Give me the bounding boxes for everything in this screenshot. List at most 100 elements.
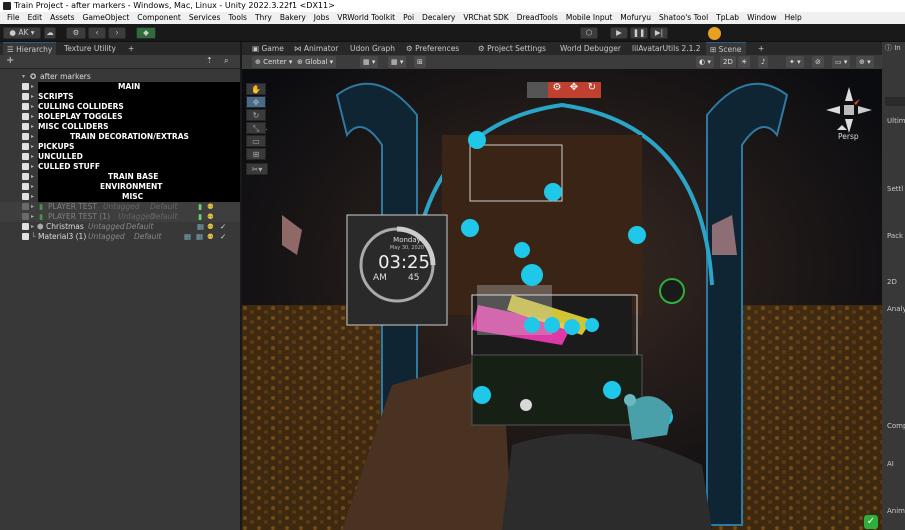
tab-project-settings[interactable]: ⚙ Project Settings bbox=[474, 42, 550, 55]
expand-arrow-icon[interactable]: ▸ bbox=[31, 102, 34, 112]
camera-gizmo-icon[interactable] bbox=[527, 82, 549, 98]
collab-icon[interactable]: ◆ bbox=[136, 27, 156, 39]
hidden-objects-icon[interactable]: ⊘ bbox=[812, 56, 824, 68]
active-checkbox[interactable] bbox=[22, 233, 29, 240]
expand-arrow-icon[interactable]: ▸ bbox=[31, 172, 34, 182]
active-checkbox[interactable] bbox=[22, 143, 29, 150]
tab-texture-utility[interactable]: Texture Utility bbox=[60, 42, 120, 55]
tab-world-debugger[interactable]: World Debugger bbox=[556, 42, 625, 55]
step-icon[interactable]: ⬡ bbox=[580, 27, 598, 39]
active-checkbox[interactable] bbox=[22, 83, 29, 90]
menu-mofuryu[interactable]: Mofuryu bbox=[616, 12, 655, 24]
toggle-icon[interactable]: ▮ bbox=[198, 202, 202, 212]
scene-viewport[interactable]: Monday May 30, 2020 03:25 AM 45 ⚙ ✥ ↻ Pe… bbox=[242, 55, 882, 530]
expand-arrow-icon[interactable]: ▸ bbox=[31, 82, 34, 92]
account-dropdown[interactable]: ● AK ▾ bbox=[3, 27, 41, 39]
expand-arrow-icon[interactable]: ▸ bbox=[31, 92, 34, 102]
inspector-search-input[interactable] bbox=[885, 97, 905, 106]
hierarchy-object-row[interactable]: ▸ ⬢ Christmas Untagged Default ▦ ⚉ ✓ bbox=[0, 222, 240, 232]
menu-dreadtools[interactable]: DreadTools bbox=[513, 12, 562, 24]
active-checkbox[interactable] bbox=[22, 113, 29, 120]
expand-arrow-icon[interactable]: ▸ bbox=[31, 222, 34, 232]
avatar-icon[interactable]: ⚉ bbox=[207, 222, 214, 232]
menu-file[interactable]: File bbox=[3, 12, 24, 24]
menu-window[interactable]: Window bbox=[743, 12, 781, 24]
menu-edit[interactable]: Edit bbox=[24, 12, 47, 24]
step-button[interactable]: ▶| bbox=[650, 27, 668, 39]
active-checkbox[interactable] bbox=[22, 213, 29, 220]
add-scene-tab-button[interactable]: + bbox=[754, 42, 768, 55]
hierarchy-header-row[interactable]: ▸ TRAIN BASE bbox=[0, 172, 240, 182]
hierarchy-object-row[interactable]: ▸ ▮ PLAYER TEST (1) Untagged Default ▮ ⚉ bbox=[0, 212, 240, 222]
increment-snap-icon[interactable]: ⊞ bbox=[414, 56, 426, 68]
expand-arrow-icon[interactable]: ▸ bbox=[31, 162, 34, 172]
space-dropdown[interactable]: ⊕ Global ▾ bbox=[294, 56, 337, 68]
toggle-icon[interactable]: ▮ bbox=[198, 212, 202, 222]
menu-component[interactable]: Component bbox=[133, 12, 185, 24]
hierarchy-item-row[interactable]: ▸ ROLEPLAY TOGGLES bbox=[0, 112, 240, 122]
back-button[interactable]: ‹ bbox=[88, 27, 106, 39]
active-checkbox[interactable] bbox=[22, 133, 29, 140]
move-tool-icon[interactable]: ✥ bbox=[246, 96, 266, 108]
expand-arrow-icon[interactable]: ▸ bbox=[31, 112, 34, 122]
menu-mobile-input[interactable]: Mobile Input bbox=[562, 12, 616, 24]
pause-button[interactable]: ❚❚ bbox=[630, 27, 648, 39]
expand-arrow-icon[interactable]: ▸ bbox=[31, 152, 34, 162]
active-checkbox[interactable] bbox=[22, 123, 29, 130]
expand-arrow-icon[interactable]: ▸ bbox=[31, 212, 34, 222]
active-checkbox[interactable] bbox=[22, 103, 29, 110]
tab-udon-graph[interactable]: Udon Graph bbox=[346, 42, 399, 55]
snap-grid-icon[interactable]: ▦ ▾ bbox=[360, 56, 379, 68]
avatar-icon[interactable]: ⚉ bbox=[207, 202, 214, 212]
menu-vrworld-toolkit[interactable]: VRWorld Toolkit bbox=[333, 12, 399, 24]
tab-animator[interactable]: ⋈ Animator bbox=[290, 42, 342, 55]
effects-icon[interactable]: ✦ ▾ bbox=[786, 56, 804, 68]
status-ok-icon[interactable]: ✓ bbox=[864, 515, 878, 529]
forward-button[interactable]: › bbox=[108, 27, 126, 39]
check-icon[interactable]: ✓ bbox=[220, 232, 226, 242]
menu-vrchat-sdk[interactable]: VRChat SDK bbox=[459, 12, 512, 24]
tab-lilavatarutils[interactable]: lilAvatarUtils 2.1.2 bbox=[628, 42, 705, 55]
grid-icon[interactable]: ▦ bbox=[196, 232, 203, 242]
active-checkbox[interactable] bbox=[22, 163, 29, 170]
expand-arrow-icon[interactable]: ▸ bbox=[31, 182, 34, 192]
create-button[interactable]: + bbox=[6, 55, 14, 66]
audio-icon[interactable]: ♪ bbox=[758, 56, 769, 68]
layout-logo-icon[interactable] bbox=[708, 27, 721, 40]
inspector-tab-icon[interactable]: ⓘ In bbox=[882, 42, 905, 55]
active-checkbox[interactable] bbox=[22, 203, 29, 210]
orientation-gizmo[interactable] bbox=[824, 85, 874, 135]
menu-services[interactable]: Services bbox=[185, 12, 225, 24]
hand-tool-icon[interactable]: ✋ bbox=[246, 83, 266, 95]
menu-decalery[interactable]: Decalery bbox=[418, 12, 459, 24]
expand-arrow-icon[interactable]: ▸ bbox=[31, 202, 34, 212]
menu-gameobject[interactable]: GameObject bbox=[79, 12, 134, 24]
hierarchy-item-row[interactable]: ▸ SCRIPTS bbox=[0, 92, 240, 102]
rect-tool-icon[interactable]: ▭ bbox=[246, 135, 266, 147]
menu-assets[interactable]: Assets bbox=[46, 12, 78, 24]
expand-arrow-icon[interactable]: ▾ bbox=[22, 72, 25, 82]
cloud-icon[interactable]: ☁ bbox=[44, 27, 56, 39]
menu-jobs[interactable]: Jobs bbox=[310, 12, 333, 24]
gizmos-icon[interactable]: ⊕ ▾ bbox=[856, 56, 874, 68]
mode-2d-toggle[interactable]: 2D bbox=[720, 56, 736, 68]
transform-tool-icon[interactable]: ⊞ bbox=[246, 148, 266, 160]
avatar-icon[interactable]: ⚉ bbox=[207, 212, 214, 222]
expand-arrow-icon[interactable]: ▸ bbox=[31, 142, 34, 152]
add-tab-button[interactable]: + bbox=[124, 42, 138, 55]
custom-tool-icon[interactable]: ✂▾ bbox=[246, 163, 268, 175]
lighting-icon[interactable]: ☀ bbox=[738, 56, 751, 68]
hierarchy-item-row[interactable]: ▸ UNCULLED bbox=[0, 152, 240, 162]
play-button[interactable]: ▶ bbox=[610, 27, 628, 39]
menu-help[interactable]: Help bbox=[781, 12, 806, 24]
active-checkbox[interactable] bbox=[22, 193, 29, 200]
menu-bakery[interactable]: Bakery bbox=[276, 12, 310, 24]
move-gizmo-icon[interactable]: ✥ bbox=[565, 82, 583, 98]
hierarchy-header-row[interactable]: ▸ MISC bbox=[0, 192, 240, 202]
hierarchy-object-row[interactable]: └ Material3 (1) Untagged Default ▦ ▦ ⚉ ✓ bbox=[0, 232, 240, 242]
search-icon[interactable]: ⌕ bbox=[224, 56, 228, 66]
active-checkbox[interactable] bbox=[22, 93, 29, 100]
tab-game[interactable]: ▣ Game bbox=[248, 42, 288, 55]
active-checkbox[interactable] bbox=[22, 153, 29, 160]
check-icon[interactable]: ✓ bbox=[220, 222, 226, 232]
